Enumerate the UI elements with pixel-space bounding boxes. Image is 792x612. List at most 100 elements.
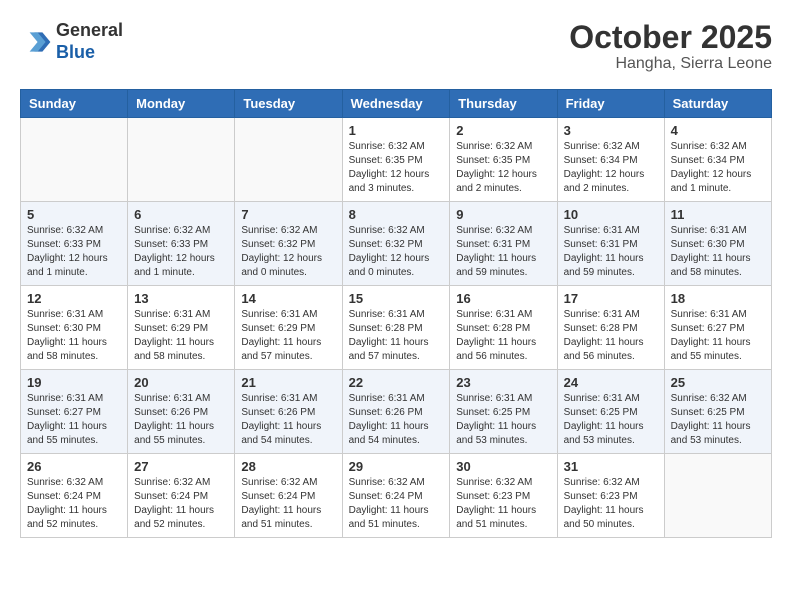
- calendar-table: SundayMondayTuesdayWednesdayThursdayFrid…: [20, 89, 772, 538]
- calendar-cell: 4Sunrise: 6:32 AM Sunset: 6:34 PM Daylig…: [664, 118, 771, 202]
- logo: General Blue: [20, 20, 123, 63]
- day-info: Sunrise: 6:31 AM Sunset: 6:30 PM Dayligh…: [671, 224, 765, 280]
- day-info: Sunrise: 6:31 AM Sunset: 6:27 PM Dayligh…: [671, 308, 765, 364]
- calendar-cell: 16Sunrise: 6:31 AM Sunset: 6:28 PM Dayli…: [450, 286, 557, 370]
- day-info: Sunrise: 6:31 AM Sunset: 6:30 PM Dayligh…: [27, 308, 121, 364]
- day-number: 23: [456, 375, 550, 390]
- day-number: 27: [134, 459, 228, 474]
- day-info: Sunrise: 6:31 AM Sunset: 6:29 PM Dayligh…: [241, 308, 335, 364]
- day-info: Sunrise: 6:31 AM Sunset: 6:29 PM Dayligh…: [134, 308, 228, 364]
- calendar-cell: 26 Sunrise: 6:32 AM Sunset: 6:24 PM Dayli…: [21, 454, 128, 538]
- calendar-cell: 29Sunrise: 6:32 AM Sunset: 6:24 PM Dayli…: [342, 454, 450, 538]
- calendar-cell: 25 Sunrise: 6:32 AM Sunset: 6:25 PM Dayli…: [664, 370, 771, 454]
- calendar-cell: 18 Sunrise: 6:31 AM Sunset: 6:27 PM Dayli…: [664, 286, 771, 370]
- day-info: Sunrise: 6:31 AM Sunset: 6:27 PM Dayligh…: [27, 392, 121, 448]
- calendar-cell: 15 Sunrise: 6:31 AM Sunset: 6:28 PM Dayli…: [342, 286, 450, 370]
- calendar-cell: 13 Sunrise: 6:31 AM Sunset: 6:29 PM Dayli…: [128, 286, 235, 370]
- day-info: Sunrise: 6:31 AM Sunset: 6:25 PM Dayligh…: [564, 392, 658, 448]
- day-info: Sunrise: 6:32 AM Sunset: 6:35 PM Dayligh…: [349, 140, 444, 196]
- calendar-cell: 1 Sunrise: 6:32 AM Sunset: 6:35 PM Daylig…: [342, 118, 450, 202]
- calendar-cell: 27 Sunrise: 6:32 AM Sunset: 6:24 PM Dayli…: [128, 454, 235, 538]
- calendar-cell: 21 Sunrise: 6:31 AM Sunset: 6:26 PM Dayli…: [235, 370, 342, 454]
- day-number: 17: [564, 291, 658, 306]
- day-info: Sunrise: 6:31 AM Sunset: 6:25 PM Dayligh…: [456, 392, 550, 448]
- day-number: 29: [349, 459, 444, 474]
- day-number: 12: [27, 291, 121, 306]
- calendar-week-row: 19Sunrise: 6:31 AM Sunset: 6:27 PM Dayli…: [21, 370, 772, 454]
- day-number: 28: [241, 459, 335, 474]
- day-number: 22: [349, 375, 444, 390]
- weekday-header-tuesday: Tuesday: [235, 90, 342, 118]
- calendar-cell: 14 Sunrise: 6:31 AM Sunset: 6:29 PM Dayli…: [235, 286, 342, 370]
- day-info: Sunrise: 6:31 AM Sunset: 6:28 PM Dayligh…: [564, 308, 658, 364]
- day-info: Sunrise: 6:31 AM Sunset: 6:26 PM Dayligh…: [134, 392, 228, 448]
- calendar-cell: 28 Sunrise: 6:32 AM Sunset: 6:24 PM Dayli…: [235, 454, 342, 538]
- weekday-header-saturday: Saturday: [664, 90, 771, 118]
- day-info: Sunrise: 6:32 AM Sunset: 6:23 PM Dayligh…: [456, 476, 550, 532]
- day-info: Sunrise: 6:32 AM Sunset: 6:34 PM Dayligh…: [564, 140, 658, 196]
- month-year-title: October 2025: [569, 20, 772, 55]
- weekday-header-monday: Monday: [128, 90, 235, 118]
- calendar-cell: 9 Sunrise: 6:32 AM Sunset: 6:31 PM Daylig…: [450, 202, 557, 286]
- day-info: Sunrise: 6:31 AM Sunset: 6:28 PM Dayligh…: [456, 308, 550, 364]
- day-number: 6: [134, 207, 228, 222]
- day-number: 20: [134, 375, 228, 390]
- day-info: Sunrise: 6:32 AM Sunset: 6:24 PM Dayligh…: [241, 476, 335, 532]
- day-number: 21: [241, 375, 335, 390]
- day-number: 1: [349, 123, 444, 138]
- day-info: Sunrise: 6:32 AM Sunset: 6:33 PM Dayligh…: [27, 224, 121, 280]
- weekday-header-thursday: Thursday: [450, 90, 557, 118]
- page-header: General Blue October 2025 Hangha, Sierra…: [20, 20, 772, 73]
- day-info: Sunrise: 6:32 AM Sunset: 6:24 PM Dayligh…: [134, 476, 228, 532]
- day-info: Sunrise: 6:32 AM Sunset: 6:35 PM Dayligh…: [456, 140, 550, 196]
- day-number: 9: [456, 207, 550, 222]
- calendar-cell: 6Sunrise: 6:32 AM Sunset: 6:33 PM Daylig…: [128, 202, 235, 286]
- day-number: 8: [349, 207, 444, 222]
- day-info: Sunrise: 6:32 AM Sunset: 6:23 PM Dayligh…: [564, 476, 658, 532]
- day-number: 18: [671, 291, 765, 306]
- calendar-cell: [235, 118, 342, 202]
- calendar-cell: 19Sunrise: 6:31 AM Sunset: 6:27 PM Dayli…: [21, 370, 128, 454]
- calendar-week-row: 1 Sunrise: 6:32 AM Sunset: 6:35 PM Daylig…: [21, 118, 772, 202]
- calendar-cell: 2Sunrise: 6:32 AM Sunset: 6:35 PM Daylig…: [450, 118, 557, 202]
- day-number: 14: [241, 291, 335, 306]
- logo-text-general: General: [56, 20, 123, 42]
- calendar-week-row: 5 Sunrise: 6:32 AM Sunset: 6:33 PM Daylig…: [21, 202, 772, 286]
- day-info: Sunrise: 6:32 AM Sunset: 6:31 PM Dayligh…: [456, 224, 550, 280]
- calendar-cell: 5 Sunrise: 6:32 AM Sunset: 6:33 PM Daylig…: [21, 202, 128, 286]
- calendar-cell: 10Sunrise: 6:31 AM Sunset: 6:31 PM Dayli…: [557, 202, 664, 286]
- weekday-header-row: SundayMondayTuesdayWednesdayThursdayFrid…: [21, 90, 772, 118]
- day-info: Sunrise: 6:32 AM Sunset: 6:32 PM Dayligh…: [241, 224, 335, 280]
- calendar-cell: 3Sunrise: 6:32 AM Sunset: 6:34 PM Daylig…: [557, 118, 664, 202]
- calendar-cell: [664, 454, 771, 538]
- day-number: 25: [671, 375, 765, 390]
- day-info: Sunrise: 6:31 AM Sunset: 6:26 PM Dayligh…: [349, 392, 444, 448]
- day-number: 5: [27, 207, 121, 222]
- day-number: 24: [564, 375, 658, 390]
- calendar-week-row: 26 Sunrise: 6:32 AM Sunset: 6:24 PM Dayli…: [21, 454, 772, 538]
- calendar-cell: 24 Sunrise: 6:31 AM Sunset: 6:25 PM Dayli…: [557, 370, 664, 454]
- logo-icon: [20, 26, 52, 58]
- calendar-cell: [21, 118, 128, 202]
- calendar-cell: [128, 118, 235, 202]
- calendar-cell: 11Sunrise: 6:31 AM Sunset: 6:30 PM Dayli…: [664, 202, 771, 286]
- calendar-cell: 7 Sunrise: 6:32 AM Sunset: 6:32 PM Daylig…: [235, 202, 342, 286]
- calendar-cell: 8Sunrise: 6:32 AM Sunset: 6:32 PM Daylig…: [342, 202, 450, 286]
- calendar-cell: 12 Sunrise: 6:31 AM Sunset: 6:30 PM Dayli…: [21, 286, 128, 370]
- day-number: 13: [134, 291, 228, 306]
- calendar-cell: 22 Sunrise: 6:31 AM Sunset: 6:26 PM Dayli…: [342, 370, 450, 454]
- day-info: Sunrise: 6:32 AM Sunset: 6:24 PM Dayligh…: [27, 476, 121, 532]
- weekday-header-friday: Friday: [557, 90, 664, 118]
- day-number: 7: [241, 207, 335, 222]
- day-number: 30: [456, 459, 550, 474]
- day-number: 15: [349, 291, 444, 306]
- weekday-header-sunday: Sunday: [21, 90, 128, 118]
- day-number: 26: [27, 459, 121, 474]
- day-info: Sunrise: 6:31 AM Sunset: 6:26 PM Dayligh…: [241, 392, 335, 448]
- day-number: 31: [564, 459, 658, 474]
- calendar-cell: 17 Sunrise: 6:31 AM Sunset: 6:28 PM Dayli…: [557, 286, 664, 370]
- calendar-cell: 30 Sunrise: 6:32 AM Sunset: 6:23 PM Dayli…: [450, 454, 557, 538]
- location-subtitle: Hangha, Sierra Leone: [569, 55, 772, 73]
- day-info: Sunrise: 6:32 AM Sunset: 6:25 PM Dayligh…: [671, 392, 765, 448]
- day-info: Sunrise: 6:31 AM Sunset: 6:28 PM Dayligh…: [349, 308, 444, 364]
